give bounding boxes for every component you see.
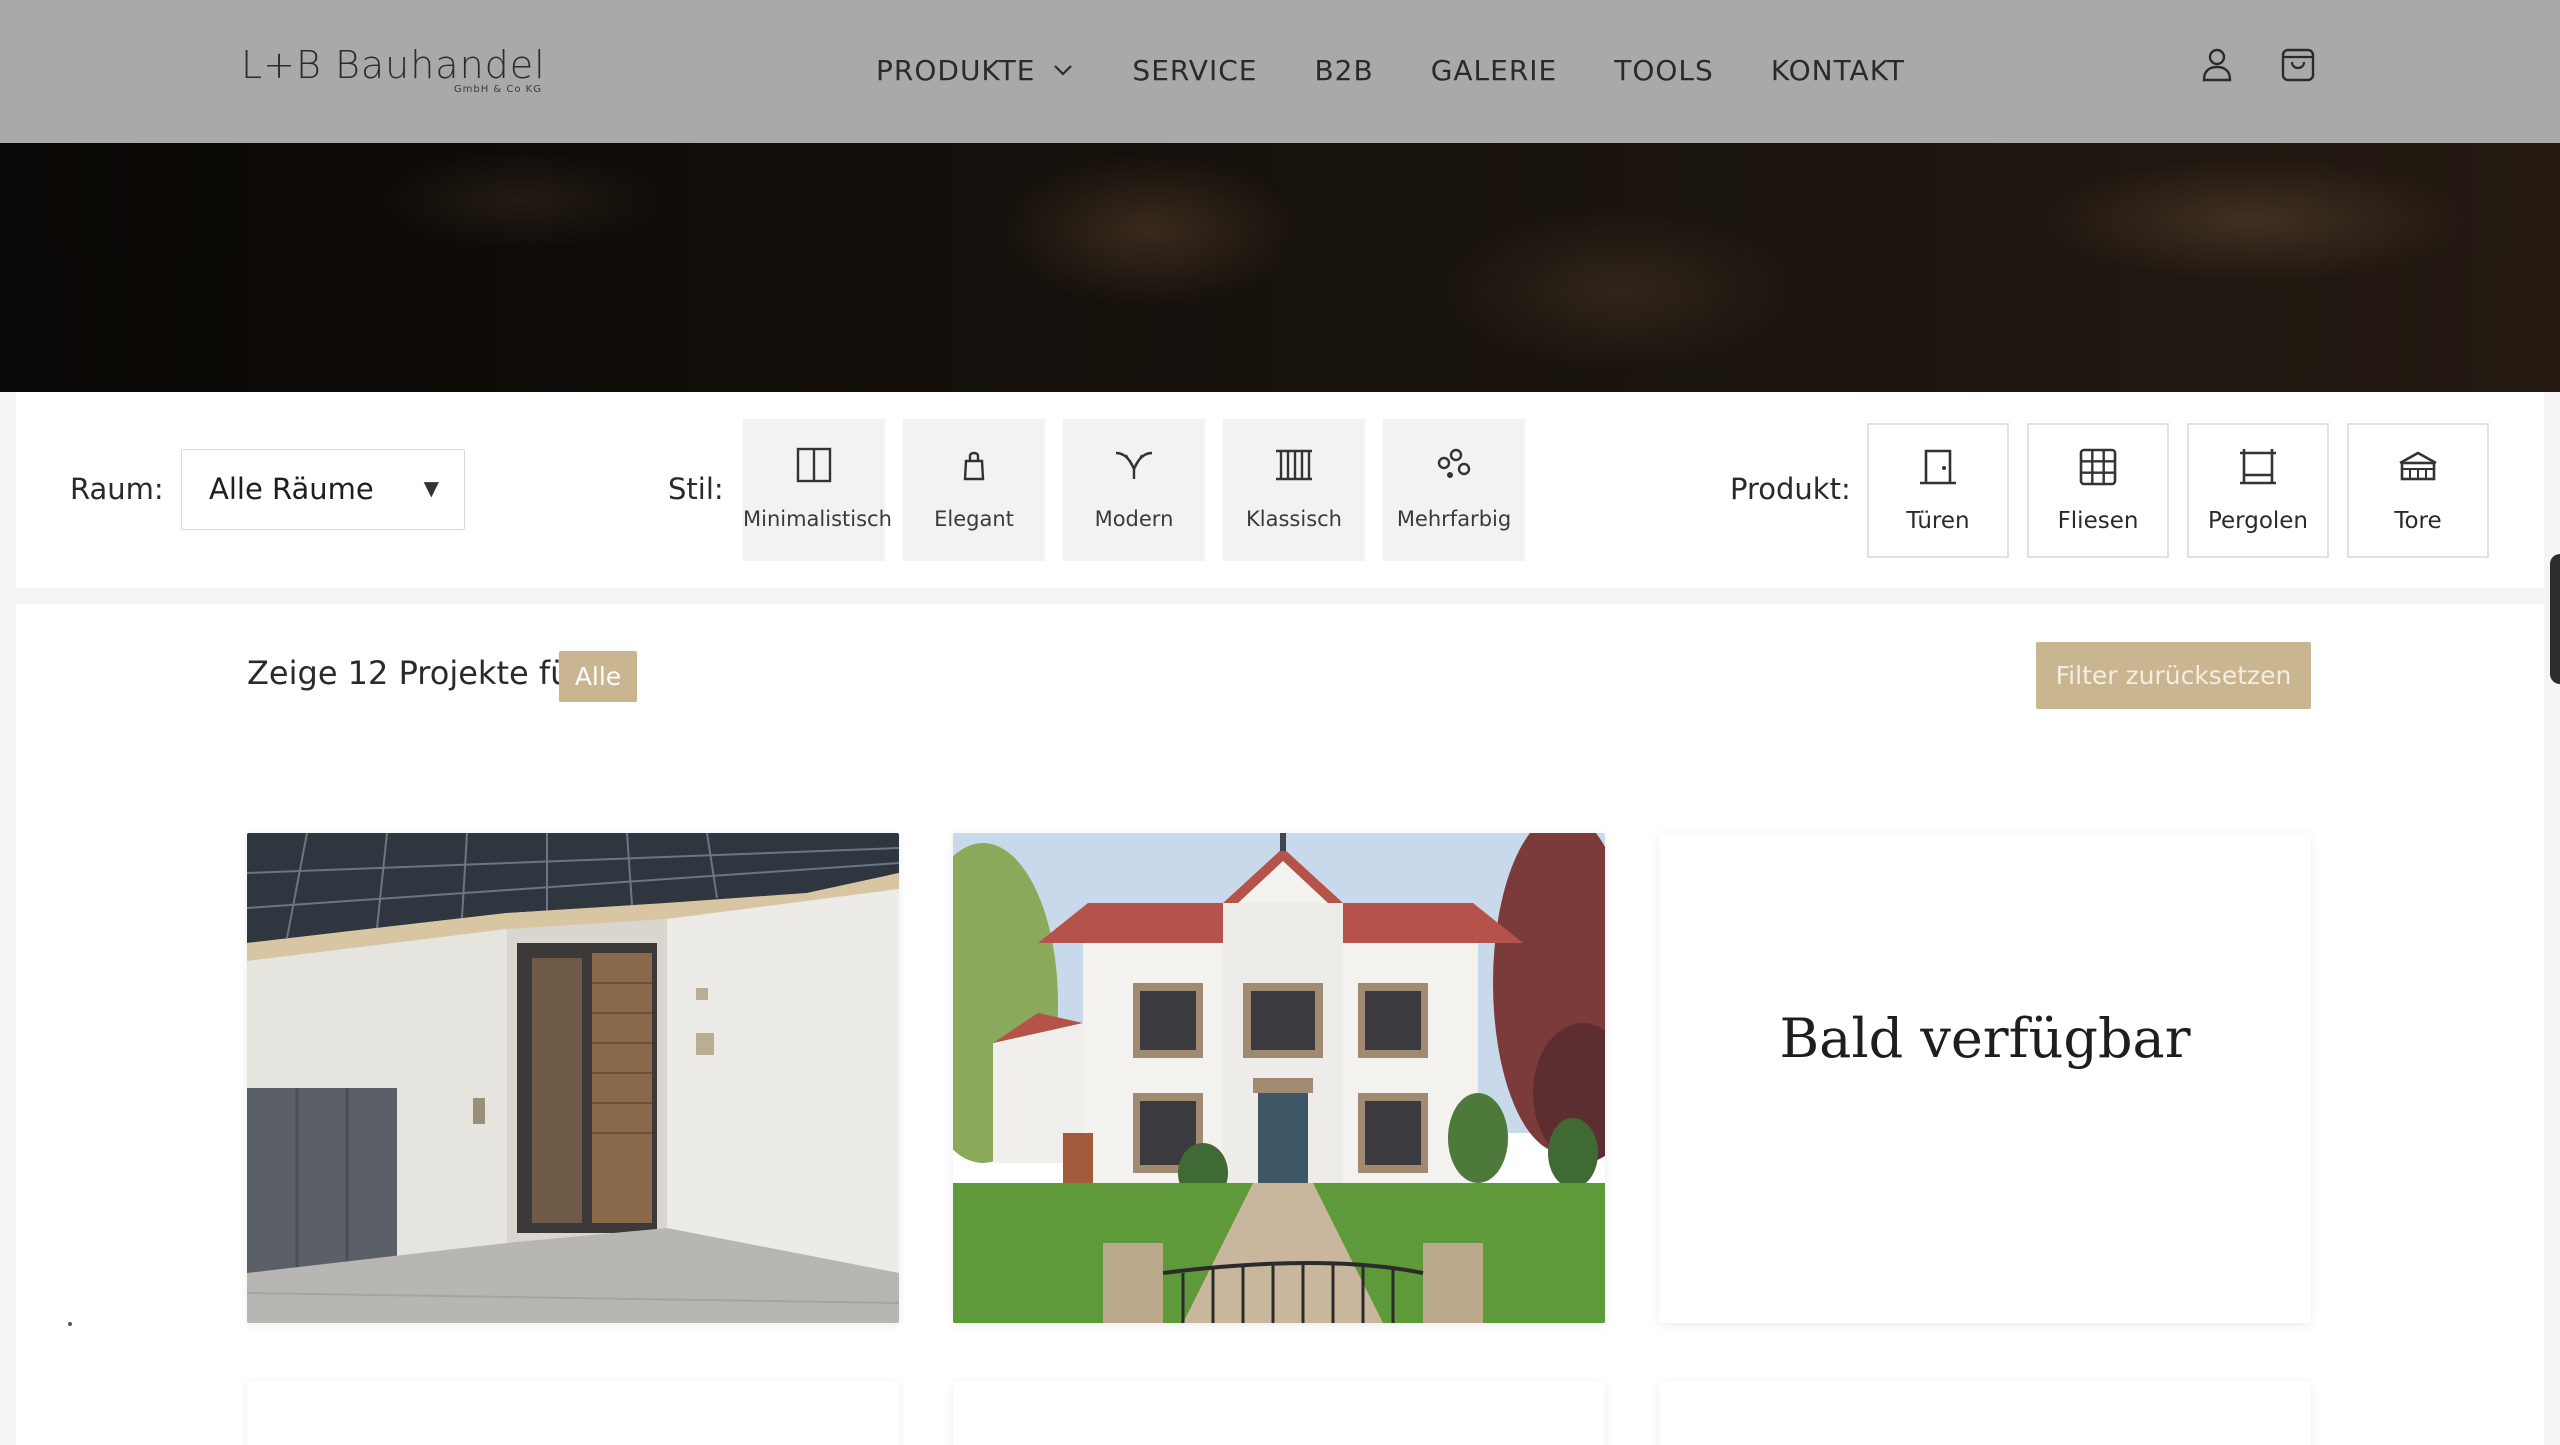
user-icon[interactable] bbox=[2197, 44, 2237, 84]
stil-elegant[interactable]: Elegant bbox=[903, 419, 1045, 561]
dropdown-arrow-icon: ▼ bbox=[423, 476, 439, 500]
stil-label: Stil: bbox=[668, 472, 724, 506]
nav-b2b[interactable]: B2B bbox=[1314, 54, 1373, 87]
villa-house-photo bbox=[953, 833, 1605, 1323]
produkt-tore-label: Tore bbox=[2394, 508, 2442, 534]
nav-galerie-label: GALERIE bbox=[1430, 53, 1558, 87]
door-icon bbox=[1920, 449, 1956, 485]
raum-select[interactable]: Alle Räume ▼ bbox=[181, 449, 465, 530]
nav-tools-label: TOOLS bbox=[1614, 53, 1714, 87]
produkt-pergolen-label: Pergolen bbox=[2207, 508, 2309, 534]
nav-service-label: SERVICE bbox=[1132, 53, 1258, 87]
results-summary: Zeige 12 Projekte für: bbox=[247, 654, 594, 692]
nav-galerie[interactable]: GALERIE bbox=[1431, 54, 1558, 87]
produkt-tueren-label: Türen bbox=[1906, 508, 1970, 534]
entrance-pergola-photo bbox=[247, 833, 899, 1323]
project-card-entrance[interactable] bbox=[247, 833, 899, 1323]
reset-filters-button[interactable]: Filter zurücksetzen bbox=[2036, 642, 2311, 709]
produkt-tueren[interactable]: Türen bbox=[1867, 423, 2009, 558]
side-tab-handle[interactable] bbox=[2550, 554, 2560, 684]
filter-bar: Raum: Alle Räume ▼ Stil: Minimalistisch … bbox=[16, 392, 2544, 588]
main-nav: PRODUKTE SERVICE B2B GALERIE TOOLS KONTA… bbox=[876, 50, 1905, 90]
stil-elegant-label: Elegant bbox=[934, 507, 1014, 531]
nav-service[interactable]: SERVICE bbox=[1132, 54, 1257, 87]
multicolor-icon bbox=[1437, 448, 1471, 478]
logo-subtext: GmbH & Co KG bbox=[453, 84, 542, 95]
stil-minimalistisch-label: Minimalistisch bbox=[743, 507, 892, 531]
stil-mehrfarbig[interactable]: Mehrfarbig bbox=[1383, 419, 1525, 561]
stil-mehrfarbig-label: Mehrfarbig bbox=[1396, 507, 1512, 531]
project-card-row2-2[interactable] bbox=[953, 1381, 1605, 1445]
stil-klassisch-label: Klassisch bbox=[1246, 507, 1342, 531]
nav-produkte[interactable]: PRODUKTE bbox=[876, 54, 1075, 87]
nav-produkte-label: PRODUKTE bbox=[876, 53, 1036, 87]
nav-tools[interactable]: TOOLS bbox=[1614, 54, 1714, 87]
produkt-fliesen[interactable]: Fliesen bbox=[2027, 423, 2169, 558]
modern-icon bbox=[1115, 451, 1153, 479]
active-filter-tag[interactable]: Alle bbox=[559, 651, 637, 702]
raum-select-value: Alle Räume bbox=[209, 472, 374, 506]
decorative-dot bbox=[68, 1322, 72, 1326]
nav-kontakt[interactable]: KONTAKT bbox=[1771, 54, 1905, 87]
coming-soon-text: Bald verfügbar bbox=[1779, 1007, 2191, 1070]
produkt-label: Produkt: bbox=[1730, 472, 1851, 506]
produkt-tore[interactable]: Tore bbox=[2347, 423, 2489, 558]
pergola-icon bbox=[2240, 449, 2276, 485]
site-header: L+B Bauhandel GmbH & Co KG PRODUKTE SERV… bbox=[0, 0, 2560, 143]
produkt-fliesen-label: Fliesen bbox=[2057, 508, 2139, 534]
project-card-row2-3[interactable] bbox=[1659, 1381, 2311, 1445]
stil-klassisch[interactable]: Klassisch bbox=[1223, 419, 1365, 561]
logo-text: L+B Bauhandel bbox=[241, 43, 546, 87]
minimal-icon bbox=[796, 447, 832, 483]
results-section: Zeige 12 Projekte für: Alle Filter zurüc… bbox=[16, 604, 2544, 1445]
stil-modern[interactable]: Modern bbox=[1063, 419, 1205, 561]
elegant-icon bbox=[963, 451, 985, 481]
stil-minimalistisch[interactable]: Minimalistisch bbox=[743, 419, 892, 561]
logo[interactable]: L+B Bauhandel GmbH & Co KG bbox=[241, 46, 553, 102]
gate-icon bbox=[2399, 451, 2437, 481]
nav-b2b-label: B2B bbox=[1314, 53, 1374, 87]
project-card-placeholder[interactable]: Bald verfügbar bbox=[1659, 833, 2311, 1323]
shopping-bag-icon[interactable] bbox=[2278, 44, 2318, 84]
project-card-row2-1[interactable] bbox=[247, 1381, 899, 1445]
produkt-pergolen[interactable]: Pergolen bbox=[2187, 423, 2329, 558]
project-card-villa[interactable] bbox=[953, 833, 1605, 1323]
stil-modern-label: Modern bbox=[1094, 507, 1174, 531]
nav-kontakt-label: KONTAKT bbox=[1770, 53, 1906, 87]
raum-label: Raum: bbox=[70, 472, 164, 506]
classic-icon bbox=[1276, 449, 1312, 481]
tiles-icon bbox=[2079, 448, 2117, 486]
chevron-down-icon bbox=[1054, 65, 1073, 76]
